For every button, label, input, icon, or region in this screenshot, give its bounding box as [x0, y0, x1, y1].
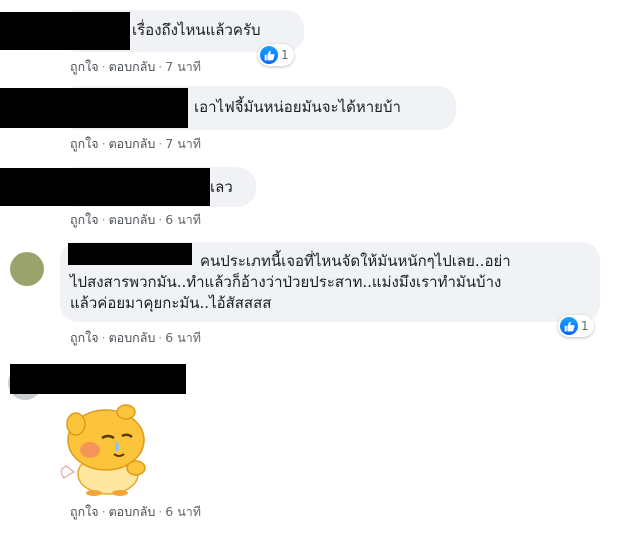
redacted-name: [68, 243, 192, 265]
reply-link[interactable]: ตอบกลับ: [109, 136, 156, 151]
separator: ·: [101, 136, 106, 151]
comment-text-line: คนประเภทนี้เจอที่ไหนจัดให้มันหนักๆไปเลย.…: [200, 252, 511, 270]
redacted-name: [10, 364, 186, 394]
comment-time[interactable]: 6 นาที: [165, 504, 201, 519]
crying-chick-sticker[interactable]: [56, 404, 160, 496]
like-thumb-icon: [260, 46, 278, 64]
comment-time[interactable]: 6 นาที: [165, 330, 201, 345]
separator: ·: [101, 504, 106, 519]
reaction-count: 1: [281, 48, 289, 62]
comment-time[interactable]: 6 นาที: [165, 212, 201, 227]
comment-time[interactable]: 7 นาที: [165, 136, 201, 151]
like-link[interactable]: ถูกใจ: [70, 330, 99, 345]
reaction-count: 1: [581, 319, 589, 333]
redacted-name: [0, 168, 210, 206]
reaction-badge[interactable]: 1: [558, 315, 594, 337]
reply-link[interactable]: ตอบกลับ: [109, 212, 156, 227]
like-thumb-icon: [560, 317, 578, 335]
reply-link[interactable]: ตอบกลับ: [109, 504, 156, 519]
comment-actions: ถูกใจ · ตอบกลับ · 7 นาที: [70, 134, 201, 154]
redacted-name: [0, 12, 130, 50]
reply-link[interactable]: ตอบกลับ: [109, 59, 156, 74]
comment-text: เรื่องถึงไหนแล้วครับ: [132, 21, 261, 39]
comment-actions: ถูกใจ · ตอบกลับ · 7 นาที: [70, 57, 201, 77]
separator: ·: [101, 59, 106, 74]
like-link[interactable]: ถูกใจ: [70, 212, 99, 227]
separator: ·: [158, 59, 163, 74]
avatar[interactable]: [10, 252, 44, 286]
separator: ·: [101, 330, 106, 345]
comment-actions: ถูกใจ · ตอบกลับ · 6 นาที: [70, 210, 201, 230]
redacted-name: [0, 88, 188, 128]
comment-text-line: ไปสงสารพวกมัน..ทำแล้วก็อ้างว่าป่วยประสาท…: [70, 273, 502, 291]
comment-text: เอาไฟจี้มันหน่อยมันจะได้หายบ้า: [194, 98, 401, 116]
comment-time[interactable]: 7 นาที: [165, 59, 201, 74]
reply-link[interactable]: ตอบกลับ: [109, 330, 156, 345]
like-link[interactable]: ถูกใจ: [70, 59, 99, 74]
separator: ·: [158, 212, 163, 227]
like-link[interactable]: ถูกใจ: [70, 504, 99, 519]
comment-text: เลว: [210, 178, 233, 196]
reaction-badge[interactable]: 1: [258, 44, 294, 66]
separator: ·: [158, 330, 163, 345]
like-link[interactable]: ถูกใจ: [70, 136, 99, 151]
comment-actions: ถูกใจ · ตอบกลับ · 6 นาที: [70, 328, 201, 348]
separator: ·: [101, 212, 106, 227]
comment-actions: ถูกใจ · ตอบกลับ · 6 นาที: [70, 502, 201, 522]
comment-text-line: แล้วค่อยมาคุยกะมัน..ไอ้สัสสสส: [70, 294, 272, 312]
separator: ·: [158, 136, 163, 151]
separator: ·: [158, 504, 163, 519]
